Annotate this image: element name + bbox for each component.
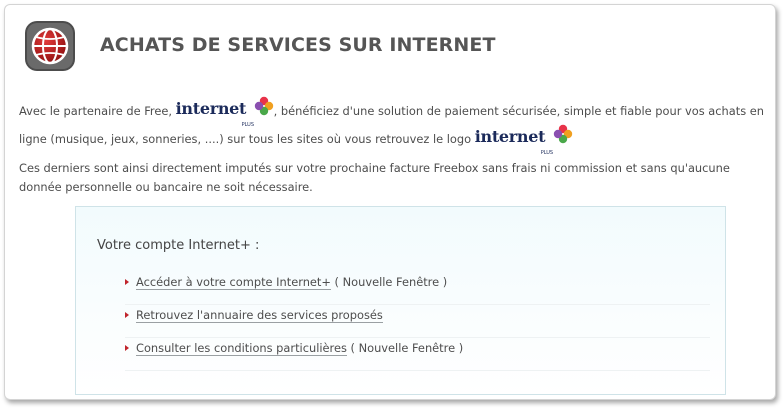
internet-plus-logo-2: internet PLUS: [475, 124, 573, 156]
account-box: Votre compte Internet+ : Accéder à votre…: [75, 206, 726, 395]
arrow-bullet-icon: [125, 312, 129, 318]
list-item: Consulter les conditions particulières (…: [125, 338, 710, 371]
new-window-note: ( Nouvelle Fenêtre ): [346, 341, 464, 355]
list-item: Retrouvez l'annuaire des services propos…: [125, 305, 710, 338]
arrow-bullet-icon: [125, 279, 129, 285]
flower-icon: [254, 96, 273, 116]
intro-text: Avec le partenaire de Free, internet PLU…: [19, 96, 771, 156]
account-title: Votre compte Internet+ :: [97, 238, 260, 253]
logo-word-2: internet: [474, 127, 546, 146]
access-account-link[interactable]: Accéder à votre compte Internet+: [136, 275, 331, 290]
internet-plus-logo: internet PLUS: [176, 96, 274, 128]
description-text: Ces derniers sont ainsi directement impu…: [19, 161, 730, 194]
new-window-note: ( Nouvelle Fenêtre ): [330, 275, 448, 289]
conditions-link[interactable]: Consulter les conditions particulières: [136, 341, 347, 356]
globe-icon: [24, 20, 76, 72]
intro-part-1: Avec le partenaire de Free,: [19, 104, 176, 118]
services-directory-link[interactable]: Retrouvez l'annuaire des services propos…: [136, 308, 383, 323]
arrow-bullet-icon: [125, 345, 129, 351]
logo-word: internet: [175, 99, 247, 118]
page-title: ACHATS DE SERVICES SUR INTERNET: [100, 34, 496, 56]
account-links-list: Accéder à votre compte Internet+ ( Nouve…: [125, 272, 710, 371]
flower-icon-2: [553, 124, 572, 144]
list-item: Accéder à votre compte Internet+ ( Nouve…: [125, 272, 710, 305]
logo-tag: PLUS: [241, 122, 255, 128]
content-panel: ACHATS DE SERVICES SUR INTERNET Avec le …: [4, 4, 776, 400]
